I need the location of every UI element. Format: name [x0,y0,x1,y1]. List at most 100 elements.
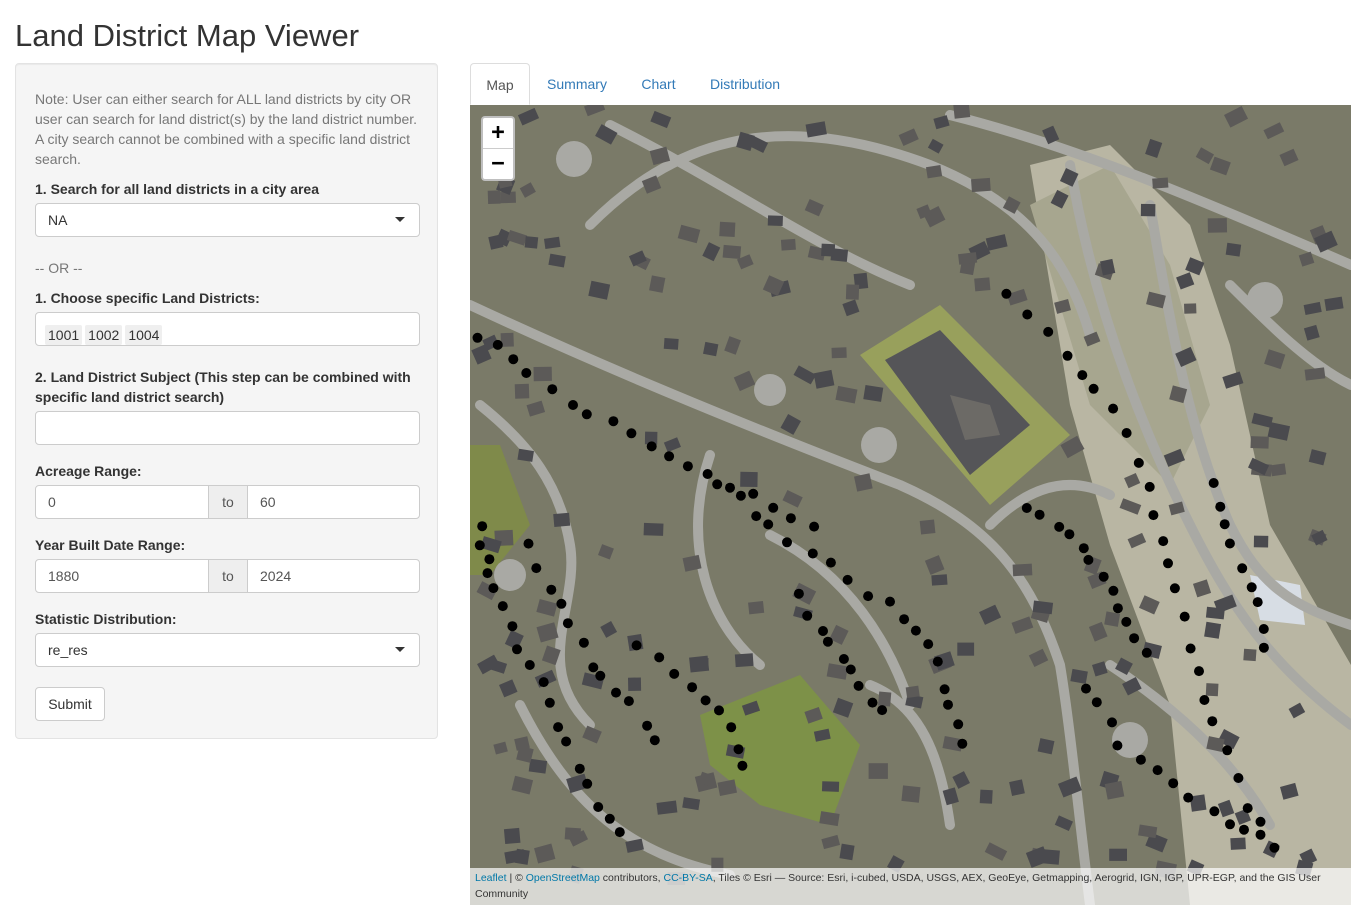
parcel-marker[interactable] [553,722,564,733]
parcel-marker[interactable] [1225,819,1235,830]
parcel-marker[interactable] [1219,519,1230,530]
parcel-marker[interactable] [574,763,585,774]
parcel-marker[interactable] [1021,503,1032,513]
tab-chart[interactable]: Chart [630,63,687,105]
parcel-marker[interactable] [1062,350,1073,361]
zoom-out-button[interactable]: − [483,149,513,179]
parcel-marker[interactable] [1199,695,1210,705]
parcel-marker[interactable] [561,736,572,747]
parcel-marker[interactable] [547,384,558,395]
parcel-marker[interactable] [725,482,735,493]
parcel-marker[interactable] [785,513,796,524]
parcel-marker[interactable] [1107,717,1117,728]
parcel-marker[interactable] [899,614,910,625]
subject-input[interactable] [35,411,420,445]
year-max-input[interactable]: 2024 [247,559,420,593]
parcel-marker[interactable] [1121,428,1132,438]
parcel-marker[interactable] [726,722,737,733]
parcel-marker[interactable] [474,540,485,551]
city-select[interactable]: NA [35,203,420,237]
parcel-marker[interactable] [1141,647,1152,658]
submit-button[interactable]: Submit [35,687,105,721]
parcel-marker[interactable] [1081,683,1091,694]
parcel-marker[interactable] [1207,716,1218,727]
parcel-marker[interactable] [1185,643,1196,654]
parcel-marker[interactable] [581,409,592,420]
parcel-marker[interactable] [1078,543,1089,554]
parcel-marker[interactable] [611,687,621,698]
parcel-marker[interactable] [582,778,593,789]
parcel-marker[interactable] [748,488,759,499]
parcel-marker[interactable] [1135,754,1146,765]
parcel-marker[interactable] [802,610,813,621]
parcel-marker[interactable] [687,682,698,693]
parcel-marker[interactable] [524,660,535,670]
parcel-marker[interactable] [1163,558,1173,569]
parcel-marker[interactable] [885,596,895,607]
parcel-marker[interactable] [1088,383,1099,394]
parcel-marker[interactable] [932,656,943,667]
parcel-marker[interactable] [737,760,748,771]
parcel-marker[interactable] [1215,501,1226,512]
parcel-marker[interactable] [822,636,833,647]
parcel-marker[interactable] [595,670,606,681]
parcel-marker[interactable] [546,584,557,595]
district-tag[interactable]: 1002 [85,325,123,345]
parcel-marker[interactable] [492,339,503,350]
parcel-marker[interactable] [508,354,519,365]
parcel-marker[interactable] [1222,745,1233,756]
parcel-marker[interactable] [1158,536,1169,547]
parcel-marker[interactable] [1169,583,1180,594]
parcel-marker[interactable] [512,644,522,655]
parcel-marker[interactable] [735,490,746,501]
parcel-marker[interactable] [768,502,779,513]
parcel-marker[interactable] [1208,478,1219,488]
parcel-marker[interactable] [623,696,634,707]
parcel-marker[interactable] [700,695,711,706]
districts-multiselect[interactable]: 1001 1002 1004 [35,312,420,346]
parcel-marker[interactable] [1246,582,1257,593]
parcel-marker[interactable] [544,697,555,708]
parcel-marker[interactable] [1098,571,1109,582]
parcel-marker[interactable] [1108,403,1119,414]
parcel-marker[interactable] [531,563,542,574]
parcel-marker[interactable] [1043,326,1054,337]
acreage-max-input[interactable]: 60 [247,485,420,519]
parcel-marker[interactable] [682,461,693,472]
parcel-marker[interactable] [1239,824,1249,835]
parcel-marker[interactable] [809,521,820,532]
parcel-marker[interactable] [1148,510,1159,521]
parcel-marker[interactable] [1209,806,1220,817]
parcel-marker[interactable] [867,697,878,708]
parcel-marker[interactable] [646,441,657,452]
parcel-marker[interactable] [702,469,713,479]
parcel-marker[interactable] [877,705,888,716]
parcel-marker[interactable] [923,639,934,650]
parcel-marker[interactable] [763,519,774,530]
parcel-marker[interactable] [1077,370,1088,381]
parcel-marker[interactable] [1001,288,1012,299]
parcel-marker[interactable] [669,668,680,679]
parcel-marker[interactable] [631,640,642,651]
parcel-marker[interactable] [712,479,723,490]
parcel-marker[interactable] [1258,642,1269,653]
parcel-marker[interactable] [1022,309,1033,320]
parcel-marker[interactable] [1083,554,1094,565]
parcel-marker[interactable] [957,738,968,749]
parcel-marker[interactable] [845,664,856,675]
parcel-marker[interactable] [733,744,744,755]
parcel-marker[interactable] [1064,529,1075,540]
parcel-marker[interactable] [953,719,964,730]
parcel-marker[interactable] [593,802,604,812]
parcel-marker[interactable] [556,598,567,609]
parcel-marker[interactable] [507,621,518,632]
acreage-min-input[interactable]: 0 [35,485,209,519]
parcel-marker[interactable] [568,400,578,410]
parcel-marker[interactable] [939,684,950,695]
parcel-marker[interactable] [1054,521,1065,532]
parcel-marker[interactable] [1168,778,1179,789]
parcel-marker[interactable] [1129,633,1140,644]
parcel-marker[interactable] [1179,611,1190,622]
parcel-marker[interactable] [1252,597,1263,608]
parcel-marker[interactable] [482,568,493,579]
